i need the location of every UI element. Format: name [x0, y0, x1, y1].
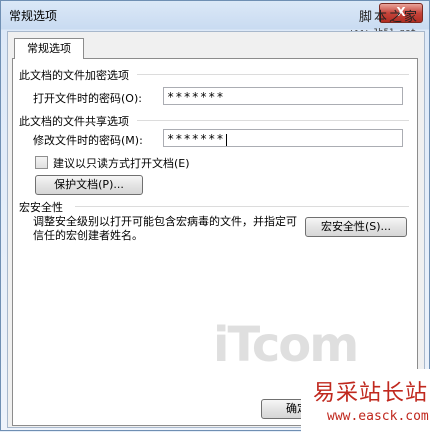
modify-password-value: ******* — [167, 132, 225, 146]
title-bar[interactable]: 常规选项 X 脚本之家 www.Jb51.net — [1, 1, 429, 38]
encrypt-group-title: 此文档的文件加密选项 — [19, 69, 129, 82]
dialog-title: 常规选项 — [9, 9, 58, 23]
share-group-title: 此文档的文件共享选项 — [19, 115, 129, 128]
open-password-value: ******* — [167, 90, 225, 104]
text-caret — [225, 133, 227, 146]
macro-description: 调整安全级别以打开可能包含宏病毒的文件，并指定可信任的宏创建者姓名。 — [33, 215, 297, 242]
watermark-top: 脚本之家 — [358, 10, 419, 25]
macro-group-title: 宏安全性 — [19, 201, 63, 214]
open-password-label: 打开文件时的密码(O): — [33, 92, 142, 105]
encrypt-group-divider — [137, 74, 409, 75]
modify-password-input[interactable]: ******* — [163, 129, 403, 147]
share-group-divider — [137, 120, 409, 121]
watermark-bottom-url: www.easck.com — [327, 409, 429, 424]
general-options-dialog: 常规选项 X 脚本之家 www.Jb51.net 常规选项 此文档的文件加密选项… — [0, 0, 430, 432]
protect-document-button[interactable]: 保护文档(P)... — [35, 175, 143, 195]
tab-general-options[interactable]: 常规选项 — [14, 38, 84, 59]
macro-group-divider — [75, 206, 409, 207]
macro-security-button[interactable]: 宏安全性(S)... — [305, 217, 407, 237]
readonly-checkbox-label[interactable]: 建议以只读方式打开文档(E) — [53, 155, 190, 171]
open-password-input[interactable]: ******* — [163, 87, 403, 105]
modify-password-label: 修改文件时的密码(M): — [33, 134, 143, 147]
readonly-checkbox[interactable] — [35, 156, 48, 169]
watermark-bottom: 易采站长站 — [313, 381, 429, 406]
watermark-itcom: iTcom — [213, 317, 359, 373]
